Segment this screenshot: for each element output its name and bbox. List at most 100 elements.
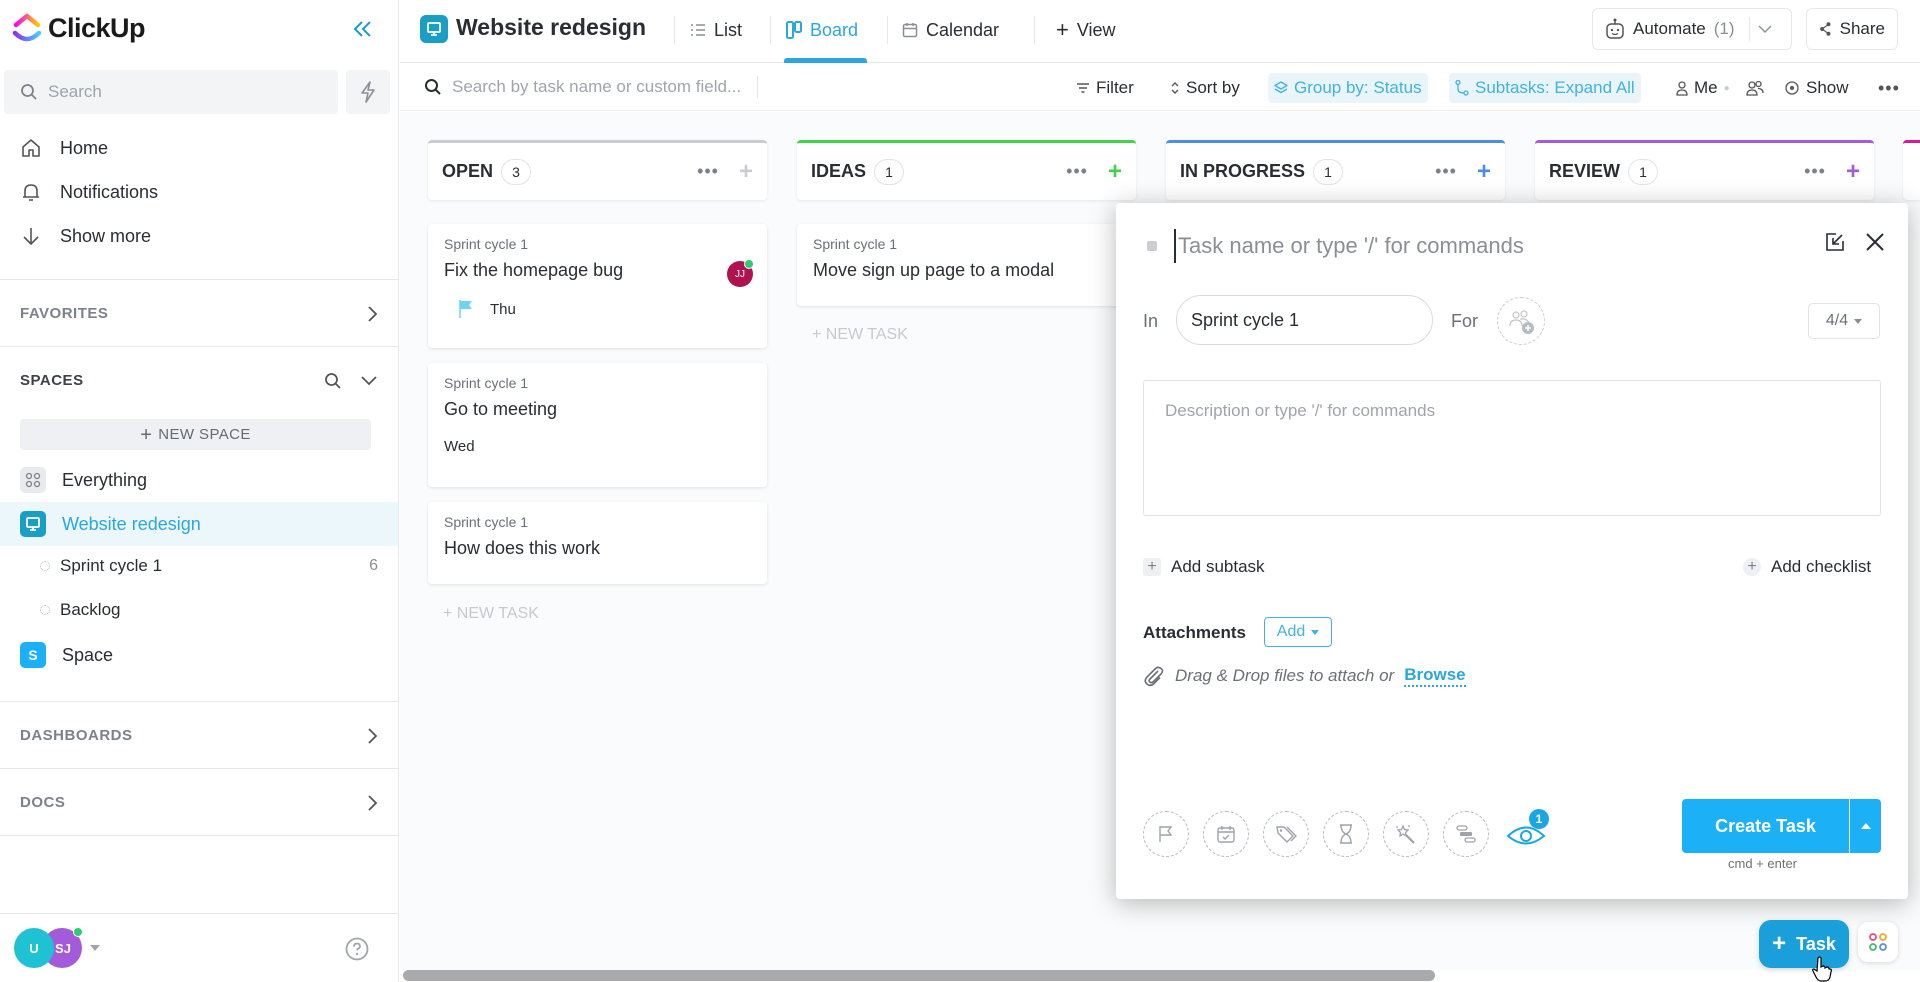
- task-search-input[interactable]: Search by task name or custom field...: [424, 76, 759, 98]
- tab-list[interactable]: List: [690, 16, 742, 44]
- robot-icon: [1606, 18, 1624, 39]
- create-options-button[interactable]: [1849, 799, 1881, 853]
- grid-icon: [20, 467, 46, 493]
- add-task-icon[interactable]: +: [1108, 159, 1122, 184]
- search-spaces-icon[interactable]: [324, 372, 342, 390]
- new-space-button[interactable]: + NEW SPACE: [20, 419, 371, 450]
- attachments-add-button[interactable]: Add: [1264, 617, 1332, 647]
- sidebar-item-label: Home: [60, 137, 109, 158]
- sort-button[interactable]: Sort by: [1164, 73, 1246, 103]
- show-button[interactable]: Show: [1778, 73, 1855, 103]
- divider: [770, 16, 771, 44]
- new-task-button[interactable]: + NEW TASK: [812, 326, 908, 344]
- for-label: For: [1451, 311, 1478, 331]
- list-selector[interactable]: Sprint cycle 1: [1176, 295, 1433, 345]
- watchers-button[interactable]: 1: [1503, 809, 1549, 857]
- add-task-icon[interactable]: +: [1477, 159, 1491, 184]
- column-more-icon[interactable]: •••: [1435, 161, 1457, 182]
- new-task-button[interactable]: + NEW TASK: [443, 605, 539, 623]
- chevron-down-icon[interactable]: [1758, 25, 1772, 33]
- list-icon: [691, 24, 705, 36]
- list-count: 6: [369, 557, 378, 574]
- create-task-button[interactable]: Create Task: [1682, 799, 1849, 853]
- dependencies-button[interactable]: [1443, 811, 1489, 857]
- priority-button[interactable]: [1143, 811, 1189, 857]
- favorites-section[interactable]: FAVORITES: [0, 279, 398, 347]
- expand-modal-button[interactable]: [1820, 227, 1850, 257]
- assignees-filter-button[interactable]: [1740, 73, 1770, 103]
- column-more-icon[interactable]: •••: [1066, 161, 1088, 182]
- sidebar-item-label: Website redesign: [62, 513, 201, 534]
- horizontal-scrollbar[interactable]: [403, 970, 1435, 981]
- board-icon: [786, 21, 802, 39]
- drop-zone[interactable]: Drag & Drop files to attach or Browse: [1143, 665, 1466, 687]
- add-task-icon[interactable]: +: [1846, 159, 1860, 184]
- filter-button[interactable]: Filter: [1070, 73, 1140, 103]
- sidebar-item-everything[interactable]: Everything: [0, 458, 398, 502]
- help-icon[interactable]: [345, 937, 369, 961]
- sidebar-item-show-more[interactable]: Show more: [20, 225, 151, 247]
- apps-button[interactable]: [1858, 922, 1898, 962]
- sidebar-search-input[interactable]: Search: [4, 70, 338, 114]
- add-task-icon[interactable]: +: [739, 159, 753, 184]
- time-estimate-button[interactable]: [1323, 811, 1369, 857]
- column-more-icon[interactable]: •••: [1804, 161, 1826, 182]
- column-more-icon[interactable]: •••: [697, 161, 719, 182]
- tab-board[interactable]: Board: [786, 16, 858, 44]
- avatar-workspace[interactable]: U: [14, 928, 54, 968]
- dashboards-label: DASHBOARDS: [20, 727, 133, 744]
- column-header-open: OPEN 3 ••• +: [428, 140, 767, 200]
- assignee-picker[interactable]: [1497, 297, 1545, 345]
- more-options-button[interactable]: •••: [1872, 73, 1906, 103]
- due-date-button[interactable]: [1203, 811, 1249, 857]
- sidebar-list-backlog[interactable]: Backlog: [40, 590, 378, 630]
- custom-fields-button[interactable]: [1383, 811, 1429, 857]
- task-card[interactable]: Sprint cycle 1 How does this work: [428, 502, 767, 584]
- chevron-down-icon[interactable]: [360, 375, 378, 387]
- calendar-icon: [902, 23, 918, 38]
- divider: [887, 16, 888, 44]
- group-by-label: Group by: Status: [1294, 78, 1422, 97]
- eye-icon: [1785, 81, 1799, 95]
- docs-section[interactable]: DOCS: [0, 768, 398, 836]
- me-filter-button[interactable]: Me ●: [1670, 73, 1736, 103]
- add-checklist-button[interactable]: + Add checklist: [1743, 557, 1871, 577]
- task-properties-toolbar: 1: [1143, 809, 1549, 857]
- subtasks-button[interactable]: Subtasks: Expand All: [1449, 73, 1641, 103]
- task-status-indicator[interactable]: [1147, 241, 1157, 251]
- subtask-icon: [1455, 80, 1469, 96]
- description-input[interactable]: [1143, 380, 1881, 516]
- search-icon: [21, 84, 37, 100]
- close-modal-button[interactable]: [1860, 227, 1890, 257]
- sidebar-item-notifications[interactable]: Notifications: [20, 181, 158, 203]
- sidebar-item-website-redesign[interactable]: Website redesign: [0, 502, 398, 546]
- sidebar-item-space[interactable]: S Space: [0, 633, 398, 677]
- dashboards-section[interactable]: DASHBOARDS: [0, 701, 398, 769]
- tags-button[interactable]: [1263, 811, 1309, 857]
- sidebar-item-home[interactable]: Home: [20, 137, 108, 159]
- share-button[interactable]: Share: [1806, 8, 1898, 50]
- browse-link[interactable]: Browse: [1404, 665, 1466, 687]
- group-by-button[interactable]: Group by: Status: [1268, 73, 1428, 103]
- add-view-label: View: [1076, 19, 1116, 40]
- task-card[interactable]: Sprint cycle 1 Go to meeting Wed: [428, 363, 767, 487]
- task-name-input[interactable]: [1174, 229, 1774, 263]
- collapse-sidebar-button[interactable]: [350, 16, 376, 42]
- quick-actions-button[interactable]: [346, 70, 390, 114]
- task-card[interactable]: Sprint cycle 1 Move sign up page to a mo…: [797, 224, 1136, 306]
- task-list-name: Sprint cycle 1: [444, 514, 529, 530]
- task-card[interactable]: Sprint cycle 1 Fix the homepage bug Thu …: [428, 224, 767, 348]
- new-task-fab[interactable]: + Task: [1759, 920, 1849, 968]
- tab-calendar[interactable]: Calendar: [902, 16, 999, 44]
- task-count-dropdown[interactable]: 4/4: [1808, 303, 1880, 339]
- plus-icon: +: [1056, 17, 1069, 42]
- automate-label: Automate: [1633, 19, 1706, 38]
- add-subtask-button[interactable]: + Add subtask: [1143, 557, 1265, 577]
- flag-icon[interactable]: [458, 299, 474, 319]
- add-view-button[interactable]: + View: [1056, 16, 1116, 44]
- divider: [0, 835, 398, 836]
- automate-button[interactable]: Automate (1): [1592, 8, 1792, 50]
- clickup-logo[interactable]: ClickUp: [12, 12, 146, 44]
- sidebar-list-sprint-cycle-1[interactable]: Sprint cycle 1 6: [40, 546, 378, 586]
- caret-down-icon[interactable]: [90, 945, 100, 951]
